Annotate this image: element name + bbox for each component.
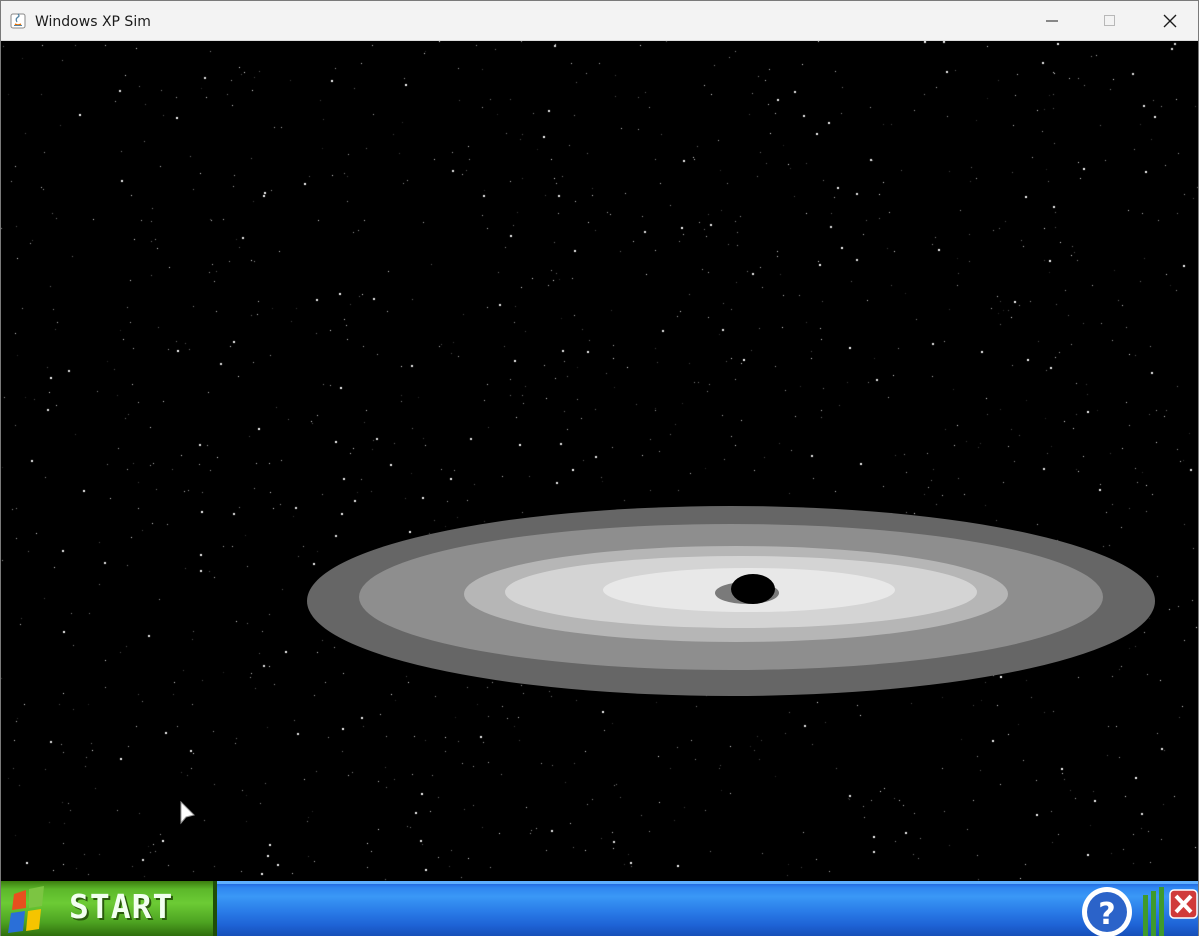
close-button[interactable] [1141,1,1199,41]
app-window: Windows XP Sim START ? [0,0,1199,936]
start-button[interactable]: START [1,881,217,936]
maximize-button[interactable] [1081,1,1139,41]
close-icon[interactable] [1169,889,1198,919]
maximize-icon [1104,15,1115,26]
taskbar: START ? [1,881,1198,936]
title-bar[interactable]: Windows XP Sim [1,1,1198,41]
black-hole-core [731,574,775,604]
signal-bars-icon [1143,887,1164,936]
game-canvas[interactable] [1,41,1198,881]
start-label: START [69,887,174,926]
black-hole-disc [307,506,1155,696]
close-icon [1163,14,1177,28]
window-title: Windows XP Sim [35,14,151,30]
windows-flag-icon [8,886,44,933]
help-icon[interactable]: ? [1077,884,1137,936]
minimize-button[interactable] [1023,1,1081,41]
minimize-icon [1046,20,1058,22]
svg-text:?: ? [1098,897,1115,932]
mouse-cursor-icon [180,801,195,825]
java-app-icon [10,13,26,29]
